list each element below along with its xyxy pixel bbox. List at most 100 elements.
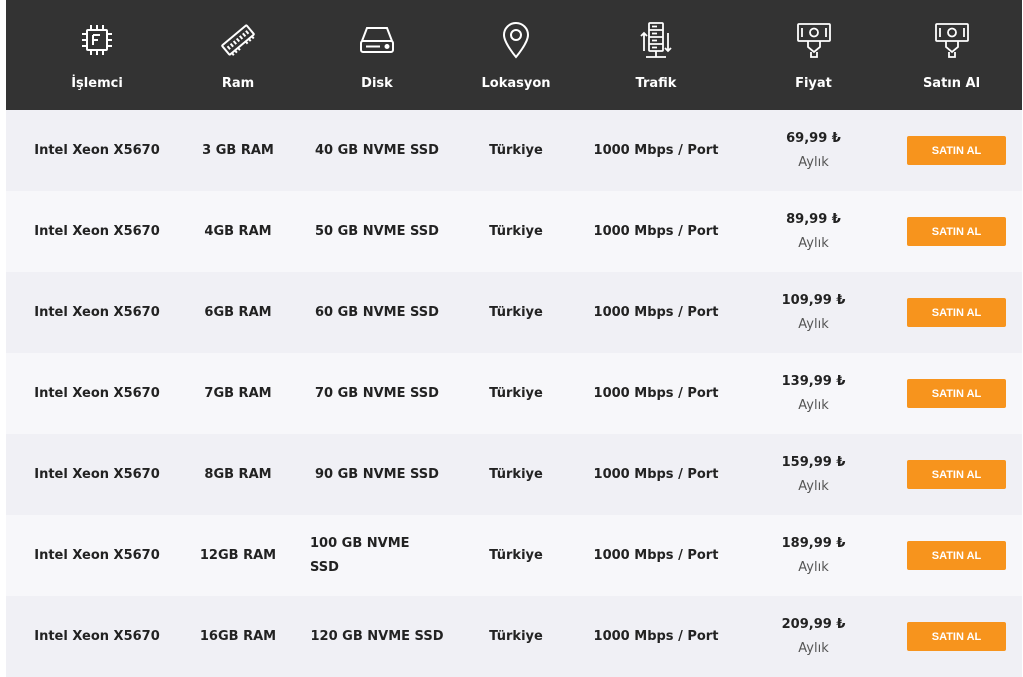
money-hand-icon <box>933 20 971 60</box>
price-cell: 189,99 ₺ Aylık <box>746 532 881 580</box>
ram-cell: 16GB RAM <box>199 629 277 644</box>
price-period: Aylık <box>798 640 829 656</box>
buy-cell: SATIN AL <box>881 379 1022 408</box>
money-hand-icon <box>795 20 833 60</box>
location-cell: Türkiye <box>489 467 543 482</box>
price-amount: 109,99 ₺ <box>781 292 846 308</box>
price-amount: 139,99 ₺ <box>781 373 846 389</box>
server-traffic-icon <box>638 20 674 60</box>
cpu-cell: Intel Xeon X5670 <box>34 386 160 401</box>
table-header: İşlemci Ram Disk Lokasyon Trafik Fiyat S… <box>6 0 1022 110</box>
buy-cell: SATIN AL <box>881 541 1022 570</box>
traffic-cell: 1000 Mbps / Port <box>593 467 719 482</box>
traffic-cell: 1000 Mbps / Port <box>593 386 719 401</box>
table-row: Intel Xeon X5670 3 GB RAM 40 GB NVME SSD… <box>6 110 1022 191</box>
table-row: Intel Xeon X5670 6GB RAM 60 GB NVME SSD … <box>6 272 1022 353</box>
table-row: Intel Xeon X5670 7GB RAM 70 GB NVME SSD … <box>6 353 1022 434</box>
buy-cell: SATIN AL <box>881 622 1022 651</box>
disk-cell: 120 GB NVME SSD <box>310 629 444 644</box>
traffic-cell: 1000 Mbps / Port <box>593 629 719 644</box>
price-cell: 109,99 ₺ Aylık <box>746 289 881 337</box>
cpu-cell: Intel Xeon X5670 <box>34 143 160 158</box>
header-label: Ram <box>221 76 255 91</box>
ram-cell: 6GB RAM <box>204 305 272 320</box>
price-amount: 209,99 ₺ <box>781 616 846 632</box>
table-row: Intel Xeon X5670 12GB RAM 100 GB NVME SS… <box>6 515 1022 596</box>
disk-cell: 70 GB NVME SSD <box>315 386 439 401</box>
traffic-cell: 1000 Mbps / Port <box>593 305 719 320</box>
location-cell: Türkiye <box>489 629 543 644</box>
cpu-cell: Intel Xeon X5670 <box>34 305 160 320</box>
pricing-table: İşlemci Ram Disk Lokasyon Trafik Fiyat S… <box>6 0 1022 677</box>
buy-button[interactable]: SATIN AL <box>907 136 1006 165</box>
header-label: Lokasyon <box>481 76 551 91</box>
buy-button[interactable]: SATIN AL <box>907 622 1006 651</box>
table-row: Intel Xeon X5670 8GB RAM 90 GB NVME SSD … <box>6 434 1022 515</box>
ram-cell: 4GB RAM <box>204 224 272 239</box>
price-period: Aylık <box>798 154 829 170</box>
cpu-cell: Intel Xeon X5670 <box>34 467 160 482</box>
price-period: Aylık <box>798 235 829 251</box>
disk-cell: 90 GB NVME SSD <box>315 467 439 482</box>
location-pin-icon <box>501 20 531 60</box>
buy-button[interactable]: SATIN AL <box>907 298 1006 327</box>
price-period: Aylık <box>798 559 829 575</box>
ram-cell: 7GB RAM <box>204 386 272 401</box>
buy-cell: SATIN AL <box>881 217 1022 246</box>
price-amount: 89,99 ₺ <box>786 211 841 227</box>
price-cell: 159,99 ₺ Aylık <box>746 451 881 499</box>
price-cell: 69,99 ₺ Aylık <box>746 127 881 175</box>
buy-cell: SATIN AL <box>881 460 1022 489</box>
header-traffic: Trafik <box>566 0 746 110</box>
traffic-cell: 1000 Mbps / Port <box>593 548 719 563</box>
location-cell: Türkiye <box>489 224 543 239</box>
header-label: Satın Al <box>922 76 981 91</box>
ram-cell: 8GB RAM <box>204 467 272 482</box>
price-period: Aylık <box>798 316 829 332</box>
traffic-cell: 1000 Mbps / Port <box>593 224 719 239</box>
disk-cell: 60 GB NVME SSD <box>315 305 439 320</box>
header-label: Trafik <box>635 76 677 91</box>
header-disk: Disk <box>288 0 466 110</box>
traffic-cell: 1000 Mbps / Port <box>593 143 719 158</box>
price-amount: 69,99 ₺ <box>786 130 841 146</box>
disk-cell-text: 100 GB NVME SSD <box>310 535 410 575</box>
buy-cell: SATIN AL <box>881 136 1022 165</box>
cpu-cell: Intel Xeon X5670 <box>34 224 160 239</box>
buy-button[interactable]: SATIN AL <box>907 460 1006 489</box>
header-buy: Satın Al <box>881 0 1022 110</box>
table-row: Intel Xeon X5670 16GB RAM 120 GB NVME SS… <box>6 596 1022 677</box>
cpu-cell: Intel Xeon X5670 <box>34 629 160 644</box>
buy-button[interactable]: SATIN AL <box>907 217 1006 246</box>
location-cell: Türkiye <box>489 548 543 563</box>
header-location: Lokasyon <box>466 0 566 110</box>
ram-icon <box>219 20 257 60</box>
buy-button[interactable]: SATIN AL <box>907 379 1006 408</box>
cpu-cell: Intel Xeon X5670 <box>34 548 160 563</box>
header-label: İşlemci <box>71 76 123 91</box>
location-cell: Türkiye <box>489 305 543 320</box>
price-period: Aylık <box>798 397 829 413</box>
price-cell: 139,99 ₺ Aylık <box>746 370 881 418</box>
ram-cell: 12GB RAM <box>199 548 277 563</box>
location-cell: Türkiye <box>489 143 543 158</box>
header-ram: Ram <box>188 0 288 110</box>
ram-cell: 3 GB RAM <box>202 143 274 158</box>
table-body: Intel Xeon X5670 3 GB RAM 40 GB NVME SSD… <box>6 110 1022 677</box>
disk-cell: 50 GB NVME SSD <box>315 224 439 239</box>
buy-button[interactable]: SATIN AL <box>907 541 1006 570</box>
disk-icon <box>358 20 396 60</box>
buy-cell: SATIN AL <box>881 298 1022 327</box>
header-label: Fiyat <box>795 76 832 91</box>
price-cell: 89,99 ₺ Aylık <box>746 208 881 256</box>
location-cell: Türkiye <box>489 386 543 401</box>
price-period: Aylık <box>798 478 829 494</box>
header-cpu: İşlemci <box>6 0 188 110</box>
price-amount: 189,99 ₺ <box>781 535 846 551</box>
table-row: Intel Xeon X5670 4GB RAM 50 GB NVME SSD … <box>6 191 1022 272</box>
cpu-icon <box>79 20 115 60</box>
price-cell: 209,99 ₺ Aylık <box>746 613 881 661</box>
price-amount: 159,99 ₺ <box>781 454 846 470</box>
header-label: Disk <box>361 76 393 91</box>
disk-cell: 40 GB NVME SSD <box>315 143 439 158</box>
